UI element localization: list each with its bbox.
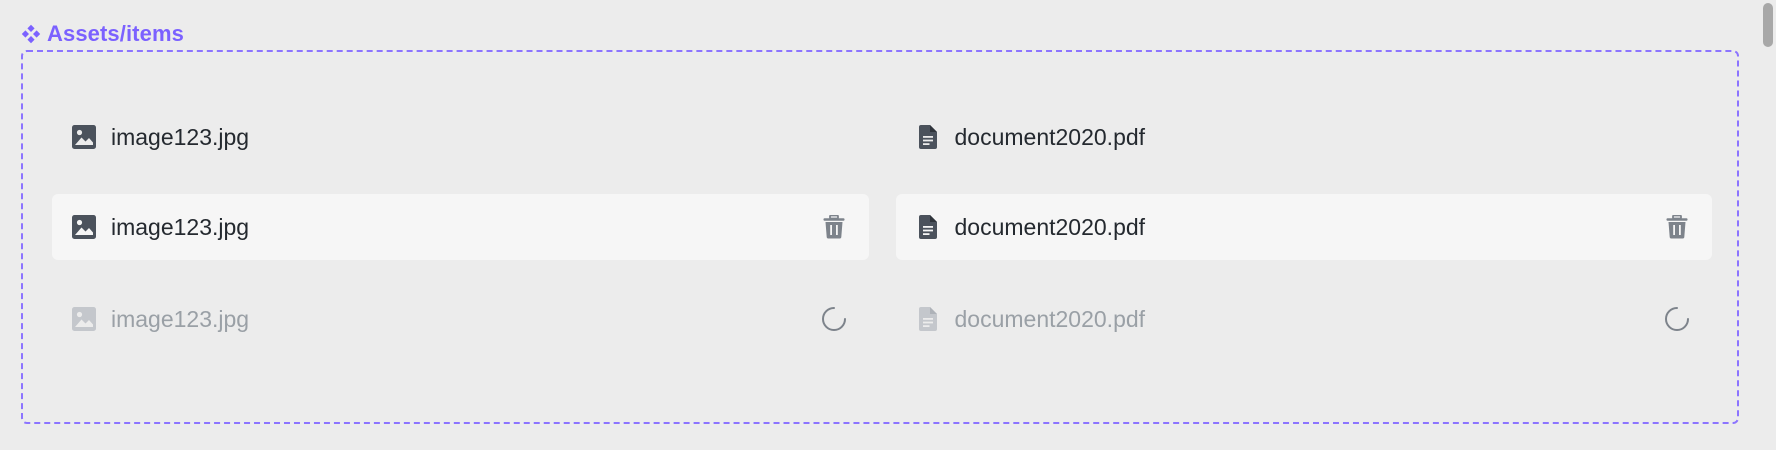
file-item[interactable]: document2020.pdf: [895, 194, 1712, 260]
file-name: image123.jpg: [111, 213, 250, 240]
component-title-label: Assets/items: [47, 21, 184, 46]
document-icon: [916, 215, 940, 239]
vertical-scrollbar[interactable]: [1760, 0, 1776, 450]
file-item: image123.jpg: [52, 286, 869, 352]
file-name: image123.jpg: [111, 123, 250, 150]
file-row-hover: image123.jpg document2020.pdf: [52, 194, 1712, 260]
file-name: document2020.pdf: [954, 305, 1146, 332]
file-name: document2020.pdf: [954, 213, 1146, 240]
document-icon: [916, 125, 940, 149]
file-item[interactable]: image123.jpg: [52, 194, 869, 260]
component-title: Assets/items: [21, 20, 184, 48]
file-item[interactable]: document2020.pdf: [896, 104, 1713, 170]
trash-icon[interactable]: [821, 214, 847, 240]
file-item: document2020.pdf: [896, 286, 1713, 352]
spinner-icon: [1664, 306, 1690, 332]
file-name: image123.jpg: [111, 305, 250, 332]
image-icon: [72, 125, 96, 149]
scrollbar-thumb[interactable]: [1763, 3, 1773, 47]
file-name: document2020.pdf: [954, 123, 1146, 150]
component-frame: image123.jpg document2020.pdf image123.j…: [21, 50, 1739, 424]
image-icon: [72, 215, 96, 239]
spinner-icon: [821, 306, 847, 332]
image-icon: [72, 307, 96, 331]
file-row-loading: image123.jpg document2020.pdf: [52, 286, 1712, 352]
document-icon: [916, 307, 940, 331]
file-item[interactable]: image123.jpg: [52, 104, 869, 170]
trash-icon[interactable]: [1664, 214, 1690, 240]
file-row-default: image123.jpg document2020.pdf: [52, 104, 1712, 170]
component-icon: [21, 24, 41, 44]
